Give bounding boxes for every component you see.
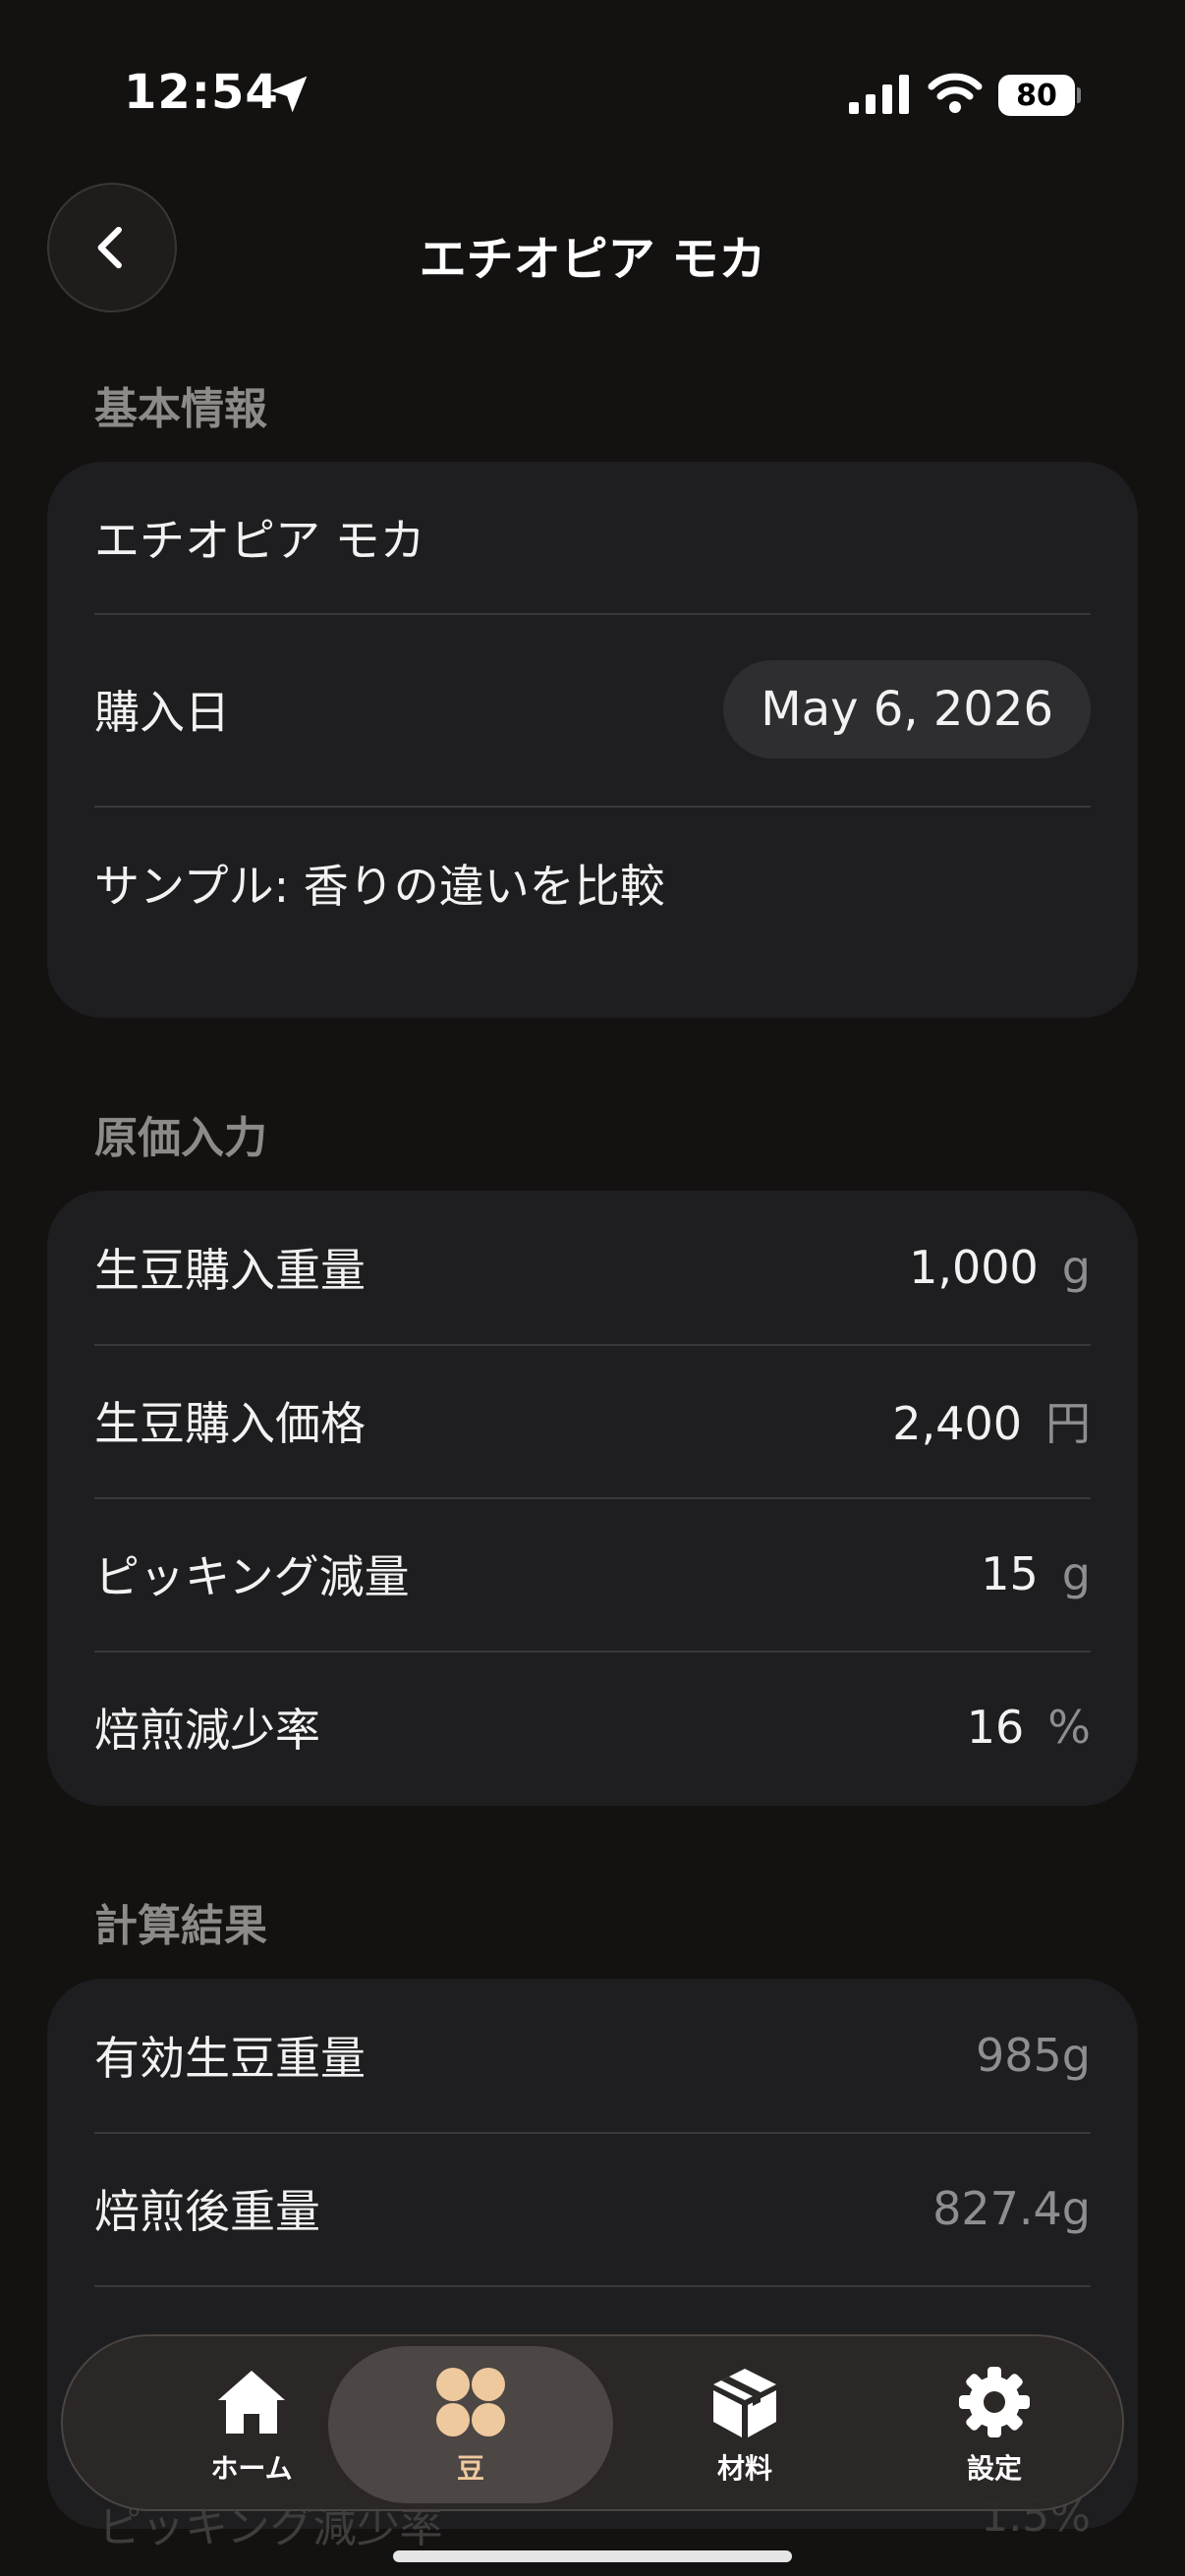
purchase-date-label: 購入日 xyxy=(94,686,230,739)
green-bean-price-row[interactable]: 生豆購入価格 2,400 円 xyxy=(47,1344,1138,1497)
memo-text: サンプル: 香りの違いを比較 xyxy=(94,860,665,913)
row-label: 生豆購入価格 xyxy=(94,1397,366,1450)
roast-loss-rate-row[interactable]: 焙煎減少率 16 % xyxy=(47,1651,1138,1804)
roast-loss-rate-input[interactable]: 16 xyxy=(967,1701,1025,1754)
tab-materials[interactable]: 材料 xyxy=(627,2336,863,2513)
location-arrow-icon xyxy=(270,76,308,113)
page-title: エチオピア モカ xyxy=(419,232,766,287)
battery-indicator: 80 xyxy=(998,75,1081,116)
effective-green-weight-row: 有効生豆重量 985g xyxy=(47,1979,1138,2132)
green-bean-price-input[interactable]: 2,400 xyxy=(892,1397,1022,1450)
effective-green-weight-value: 985g xyxy=(976,2029,1091,2082)
purchase-date-row: 購入日 May 6, 2026 xyxy=(47,613,1138,806)
unit-label: g xyxy=(1061,1241,1091,1294)
tab-beans[interactable]: 豆 xyxy=(328,2346,613,2503)
purchase-date-picker[interactable]: May 6, 2026 xyxy=(723,660,1091,758)
status-bar: 12:54 80 xyxy=(0,0,1185,187)
wifi-icon xyxy=(928,73,983,113)
green-bean-weight-row[interactable]: 生豆購入重量 1,000 g xyxy=(47,1191,1138,1344)
back-button[interactable] xyxy=(47,183,177,312)
row-value: 2,400 円 xyxy=(892,1388,1091,1453)
bean-name-text: エチオピア モカ xyxy=(94,514,425,567)
tab-label: 材料 xyxy=(716,2452,772,2485)
section-label-results: 計算結果 xyxy=(94,1901,267,1951)
picking-loss-input[interactable]: 15 xyxy=(981,1547,1039,1600)
row-label: 焙煎減少率 xyxy=(94,1704,320,1757)
row-label: 有効生豆重量 xyxy=(94,2032,366,2085)
row-label: ピッキング減量 xyxy=(94,1550,410,1603)
tab-bar: ホーム 豆 材料 設定 xyxy=(61,2334,1124,2511)
roasted-weight-row: 焙煎後重量 827.4g xyxy=(47,2132,1138,2285)
basic-info-card: エチオピア モカ 購入日 May 6, 2026 サンプル: 香りの違いを比較 xyxy=(47,462,1138,1018)
battery-level: 80 xyxy=(1016,78,1057,113)
cost-input-card: 生豆購入重量 1,000 g 生豆購入価格 2,400 円 ピッキング減量 15… xyxy=(47,1191,1138,1806)
picking-loss-row[interactable]: ピッキング減量 15 g xyxy=(47,1497,1138,1651)
home-indicator xyxy=(393,2550,792,2562)
status-time: 12:54 xyxy=(124,65,279,120)
memo-field[interactable]: サンプル: 香りの違いを比較 xyxy=(47,806,1138,1018)
row-value: 16 % xyxy=(967,1701,1091,1754)
battery-body: 80 xyxy=(998,75,1075,116)
row-value: 15 g xyxy=(981,1547,1091,1600)
cellular-signal-icon xyxy=(849,75,909,114)
row-label: 生豆購入重量 xyxy=(94,1244,366,1297)
tab-settings[interactable]: 設定 xyxy=(876,2336,1112,2513)
unit-label: % xyxy=(1047,1701,1091,1754)
box-icon xyxy=(713,2369,776,2437)
bean-detail-screen: 12:54 80 エチオピア モカ 基本情報 エチオピア モカ 購入日 May … xyxy=(0,0,1185,2576)
unit-label: 円 xyxy=(1045,1397,1091,1450)
battery-tip xyxy=(1077,87,1081,103)
bean-name-field[interactable]: エチオピア モカ xyxy=(47,462,1138,613)
roasted-weight-value: 827.4g xyxy=(932,2182,1091,2235)
chevron-left-icon xyxy=(97,226,122,269)
section-label-cost-input: 原価入力 xyxy=(94,1113,267,1163)
row-label: 焙煎後重量 xyxy=(94,2185,320,2238)
house-icon xyxy=(218,2371,285,2434)
gear-icon xyxy=(959,2367,1030,2437)
tab-label: ホーム xyxy=(210,2452,293,2485)
green-bean-weight-input[interactable]: 1,000 xyxy=(909,1241,1039,1294)
row-value: 1,000 g xyxy=(909,1241,1091,1294)
beans-icon xyxy=(436,2368,505,2436)
tab-label: 設定 xyxy=(966,2452,1022,2485)
unit-label: g xyxy=(1061,1547,1091,1600)
tab-label: 豆 xyxy=(456,2452,484,2485)
section-label-basic-info: 基本情報 xyxy=(94,384,267,434)
